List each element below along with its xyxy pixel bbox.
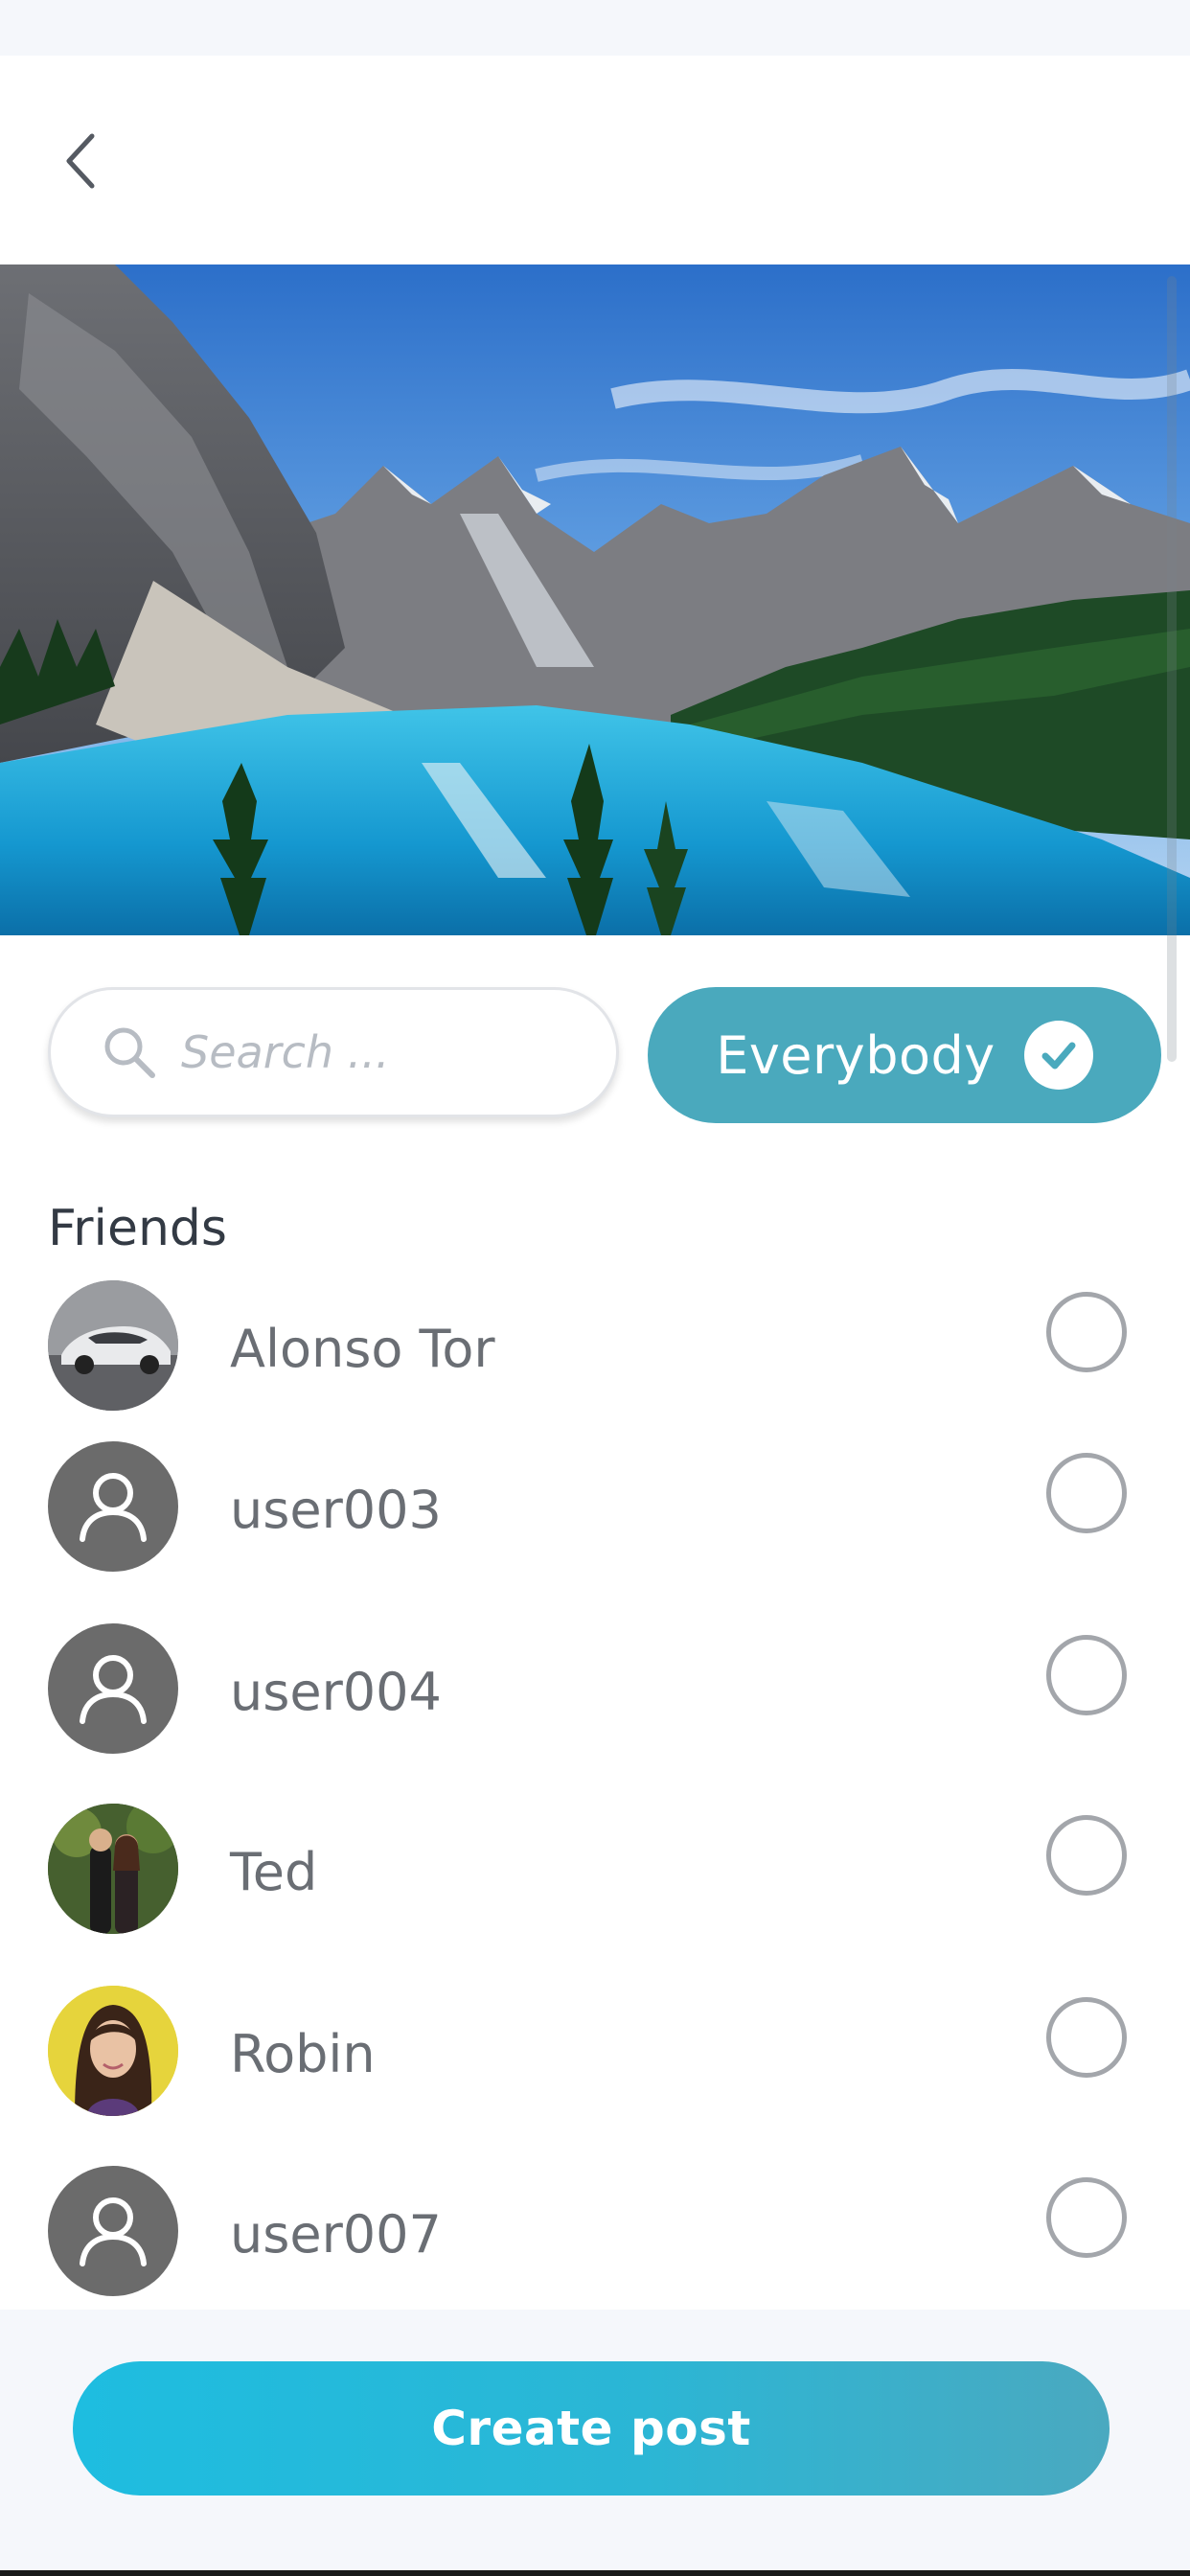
check-circle-icon [1023,1021,1093,1090]
create-post-button[interactable]: Create post [73,2361,1110,2496]
friend-row[interactable]: user003 [0,1441,1190,1576]
cover-image [0,264,1190,935]
friend-name: user003 [230,1480,442,1540]
select-radio[interactable] [1046,1292,1127,1372]
friend-row[interactable]: user004 [0,1623,1190,1758]
search-input[interactable] [181,1026,584,1078]
select-radio[interactable] [1046,1815,1127,1896]
default-user-icon [48,1441,178,1572]
footer: Create post [0,2310,1190,2576]
select-radio[interactable] [1046,1453,1127,1533]
chevron-left-icon [66,133,95,189]
bottom-edge [0,2570,1190,2576]
friend-row[interactable]: user007 [0,2166,1190,2300]
friends-section-title: Friends [48,1200,228,1257]
avatar [48,1986,178,2116]
avatar [48,1280,178,1411]
scrollbar[interactable] [1167,276,1177,1062]
friend-row[interactable]: Alonso Tor [0,1280,1190,1414]
friend-row[interactable]: Ted [0,1804,1190,1938]
friend-name: Ted [230,1842,318,1902]
default-user-icon [48,2166,178,2296]
everybody-label: Everybody [716,1024,995,1086]
friend-name: user004 [230,1662,442,1722]
status-bar [0,0,1190,56]
create-post-screen: Everybody Friends [0,0,1190,2576]
select-radio[interactable] [1046,2177,1127,2258]
search-icon [104,1027,155,1078]
create-post-label: Create post [431,2401,751,2456]
everybody-button[interactable]: Everybody [648,987,1161,1123]
avatar [48,1804,178,1934]
friend-name: Alonso Tor [230,1319,495,1379]
select-radio[interactable] [1046,1997,1127,2078]
default-user-icon [48,1623,178,1754]
search-field[interactable] [48,987,619,1117]
friend-name: user007 [230,2204,442,2265]
header [0,56,1190,264]
content-area: Everybody Friends [0,264,1190,2310]
select-radio[interactable] [1046,1635,1127,1715]
friend-row[interactable]: Robin [0,1986,1190,2120]
friend-name: Robin [230,2024,376,2084]
back-button[interactable] [54,125,107,197]
